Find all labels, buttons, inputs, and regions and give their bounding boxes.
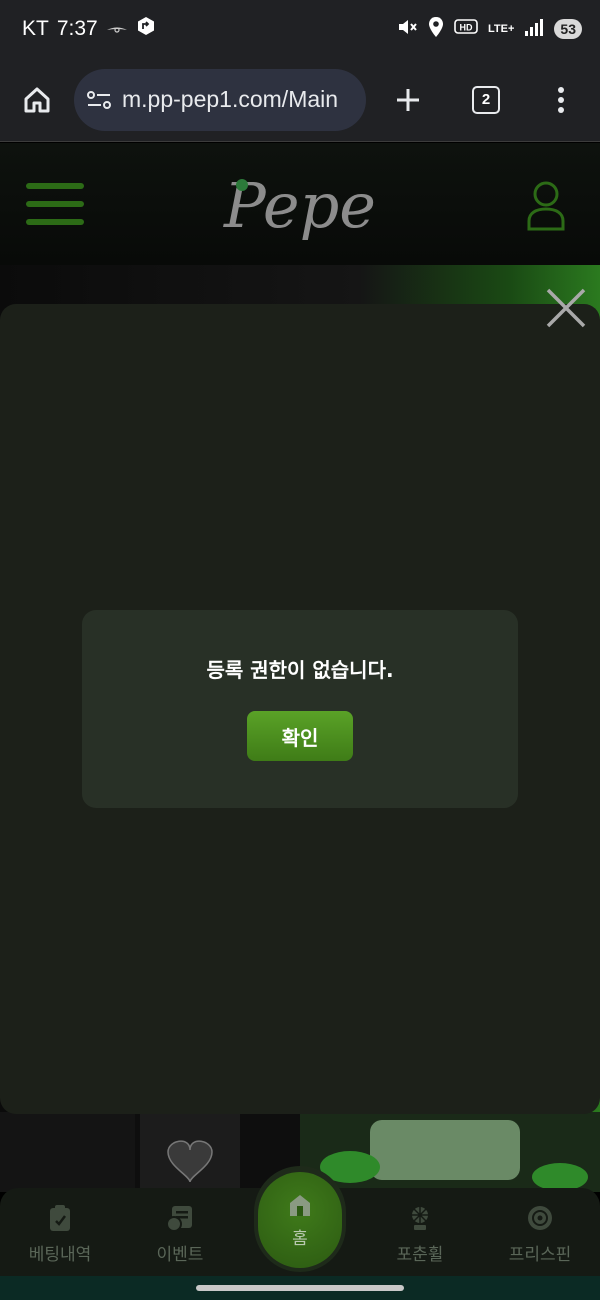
nav-fortune-wheel[interactable]: 포춘휠: [360, 1204, 480, 1265]
user-account-icon[interactable]: [526, 179, 566, 231]
plus-icon: [397, 88, 419, 111]
home-icon: [290, 1194, 310, 1216]
mute-icon: [396, 16, 418, 42]
confirm-button[interactable]: 확인: [247, 711, 353, 761]
nav-betting-history-label: 베팅내역: [28, 1245, 92, 1265]
nav-events-label: 이벤트: [156, 1245, 204, 1265]
pepe-logo[interactable]: Pepe: [215, 155, 385, 255]
dialog-message: 등록 권한이 없습니다.: [206, 658, 394, 682]
event-icon: [166, 1206, 192, 1232]
clock: 7:37: [56, 17, 98, 40]
site-header: Pepe: [0, 143, 600, 265]
battery-indicator: 53: [554, 19, 582, 39]
nav-free-spin-label: 프리스핀: [508, 1245, 572, 1265]
browser-menu-button[interactable]: [522, 58, 600, 142]
network-type: LTE+: [488, 22, 515, 35]
carrier-label: KT: [22, 17, 49, 40]
svg-text:HD: HD: [460, 23, 473, 33]
more-vertical-icon: [558, 86, 564, 113]
nav-betting-history[interactable]: 베팅내역: [0, 1204, 120, 1265]
gesture-area: [0, 1276, 600, 1300]
close-icon[interactable]: [544, 286, 588, 330]
gesture-handle[interactable]: [196, 1285, 404, 1291]
alert-dialog: 등록 권한이 없습니다. 확인: [82, 610, 518, 808]
nav-events[interactable]: 이벤트: [120, 1204, 240, 1265]
tab-count: 2: [472, 85, 500, 114]
free-spin-icon: [528, 1206, 552, 1230]
location-icon: [428, 16, 444, 42]
car-logo-icon: [106, 17, 128, 41]
signal-icon: [524, 17, 544, 41]
browser-toolbar: m.pp-pep1.com/Main 2: [0, 58, 600, 142]
new-tab-button[interactable]: [366, 58, 450, 142]
svg-text:Pepe: Pepe: [223, 169, 376, 242]
fortune-wheel-icon: [412, 1207, 428, 1230]
nav-fortune-wheel-label: 포춘휠: [396, 1245, 444, 1265]
nav-free-spin[interactable]: 프리스핀: [480, 1204, 600, 1265]
home-outline-icon: [24, 87, 50, 112]
hd-icon: HD: [454, 18, 478, 40]
hamburger-menu-icon[interactable]: [26, 183, 84, 225]
nav-home-label: 홈: [292, 1228, 308, 1249]
shortcut-app-icon: [136, 16, 156, 42]
url-text[interactable]: m.pp-pep1.com/Main: [122, 86, 338, 113]
browser-home-button[interactable]: [0, 58, 74, 142]
nav-home[interactable]: 홈: [254, 1166, 346, 1272]
site-settings-icon[interactable]: [86, 89, 112, 111]
clipboard-icon: [50, 1205, 70, 1231]
status-bar: KT 7:37 HD LTE+ 53: [0, 0, 600, 58]
tab-switcher-button[interactable]: 2: [450, 58, 522, 142]
address-bar[interactable]: m.pp-pep1.com/Main: [74, 68, 366, 131]
